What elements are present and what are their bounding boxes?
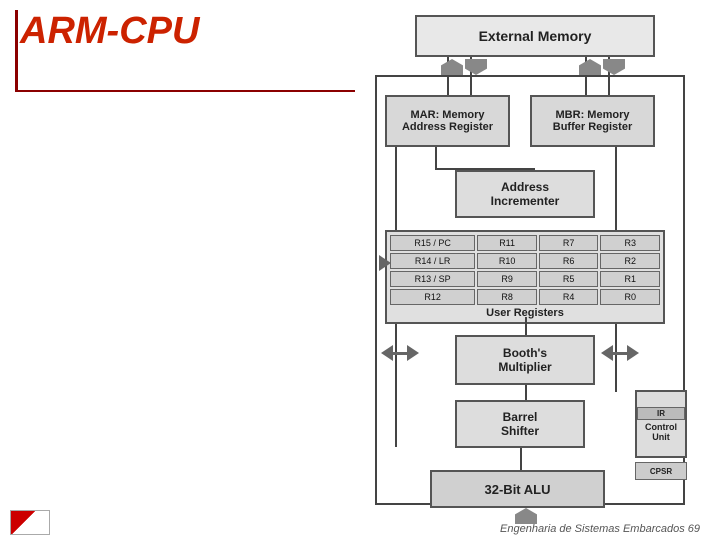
reg-r6: R6 bbox=[539, 253, 599, 269]
barrel-label: BarrelShifter bbox=[501, 410, 539, 438]
control-unit-box: IR ControlUnit bbox=[635, 390, 687, 458]
reg-r8: R8 bbox=[477, 289, 537, 305]
mbr-box: MBR: MemoryBuffer Register bbox=[530, 95, 655, 147]
top-hline bbox=[375, 75, 685, 77]
arrow-right-regs bbox=[379, 255, 391, 271]
dbl-arrow-booths-right bbox=[601, 345, 639, 361]
line-regs-booths bbox=[525, 317, 527, 335]
reg-r3: R3 bbox=[600, 235, 660, 251]
reg-row-2: R14 / LR R10 R6 R2 bbox=[390, 253, 660, 269]
title-line-horizontal bbox=[15, 90, 355, 92]
register-area: R15 / PC R11 R7 R3 R14 / LR R10 R6 R2 R1… bbox=[385, 230, 665, 324]
reg-r12: R12 bbox=[390, 289, 475, 305]
booths-multiplier-box: Booth'sMultiplier bbox=[455, 335, 595, 385]
mar-label: MAR: MemoryAddress Register bbox=[402, 109, 493, 133]
reg-r15: R15 / PC bbox=[390, 235, 475, 251]
booths-label: Booth'sMultiplier bbox=[498, 346, 551, 374]
line-mar-addr bbox=[435, 147, 437, 170]
control-unit-label: ControlUnit bbox=[645, 422, 677, 442]
mar-box: MAR: MemoryAddress Register bbox=[385, 95, 510, 147]
reg-r2: R2 bbox=[600, 253, 660, 269]
footer-text: Engenharia de Sistemas Embarcados 69 bbox=[500, 523, 700, 535]
logo-area bbox=[10, 510, 50, 535]
title-line-vertical bbox=[15, 10, 18, 90]
cpu-diagram: External Memory MAR: MemoryAddress Regis… bbox=[375, 15, 695, 515]
mbr-label: MBR: MemoryBuffer Register bbox=[553, 109, 632, 133]
reg-r1: R1 bbox=[600, 271, 660, 287]
alu-box: 32-Bit ALU bbox=[430, 470, 605, 508]
reg-r7: R7 bbox=[539, 235, 599, 251]
reg-r14: R14 / LR bbox=[390, 253, 475, 269]
reg-row-4: R12 R8 R4 R0 bbox=[390, 289, 660, 305]
addr-inc-label: AddressIncrementer bbox=[491, 180, 560, 208]
reg-r13: R13 / SP bbox=[390, 271, 475, 287]
page-title: ARM-CPU bbox=[20, 10, 199, 52]
reg-r10: R10 bbox=[477, 253, 537, 269]
line-booths-barrel bbox=[525, 385, 527, 400]
reg-r9: R9 bbox=[477, 271, 537, 287]
external-memory-box: External Memory bbox=[415, 15, 655, 57]
line-barrel-alu bbox=[520, 448, 522, 470]
barrel-shifter-box: BarrelShifter bbox=[455, 400, 585, 448]
address-incrementer-box: AddressIncrementer bbox=[455, 170, 595, 218]
reg-row-1: R15 / PC R11 R7 R3 bbox=[390, 235, 660, 251]
reg-r11: R11 bbox=[477, 235, 537, 251]
cpsr-box: CPSR bbox=[635, 462, 687, 480]
alu-label: 32-Bit ALU bbox=[485, 482, 551, 497]
line-mbr-down bbox=[615, 147, 617, 192]
dbl-arrow-booths-left bbox=[381, 345, 419, 361]
reg-r0: R0 bbox=[600, 289, 660, 305]
title-area: ARM-CPU bbox=[20, 10, 199, 53]
ir-label: IR bbox=[637, 407, 685, 420]
logo-icon bbox=[10, 510, 50, 535]
reg-row-3: R13 / SP R9 R5 R1 bbox=[390, 271, 660, 287]
reg-r5: R5 bbox=[539, 271, 599, 287]
reg-r4: R4 bbox=[539, 289, 599, 305]
